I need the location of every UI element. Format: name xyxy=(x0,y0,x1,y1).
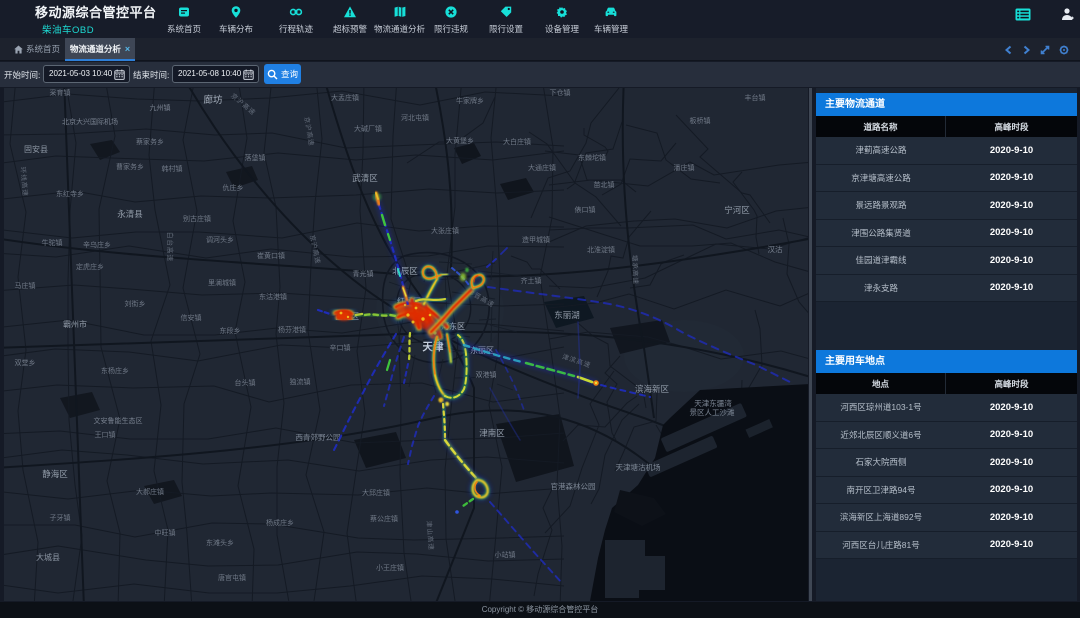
svg-text:官港森林公园: 官港森林公园 xyxy=(551,481,596,491)
svg-text:落垡镇: 落垡镇 xyxy=(245,153,266,162)
svg-text:牛驼镇: 牛驼镇 xyxy=(42,238,63,247)
svg-text:刘街乡: 刘街乡 xyxy=(125,299,146,308)
svg-text:九州镇: 九州镇 xyxy=(150,103,171,112)
svg-text:崔黄口镇: 崔黄口镇 xyxy=(257,251,285,260)
svg-text:采育镇: 采育镇 xyxy=(50,88,71,97)
svg-text:辛乌庄乡: 辛乌庄乡 xyxy=(83,240,111,249)
svg-text:白台高速: 白台高速 xyxy=(166,232,175,262)
svg-text:大孟庄镇: 大孟庄镇 xyxy=(331,93,359,102)
svg-text:信安镇: 信安镇 xyxy=(181,313,202,322)
svg-text:霸州市: 霸州市 xyxy=(63,319,87,329)
svg-text:台头镇: 台头镇 xyxy=(235,378,256,387)
svg-text:大白庄镇: 大白庄镇 xyxy=(503,137,531,146)
svg-text:下仓镇: 下仓镇 xyxy=(550,88,571,97)
svg-text:固安县: 固安县 xyxy=(24,144,48,154)
svg-text:滨海新区: 滨海新区 xyxy=(635,384,670,394)
svg-text:蔡家务乡: 蔡家务乡 xyxy=(136,137,164,146)
svg-text:子牙镇: 子牙镇 xyxy=(50,513,71,522)
svg-text:静海区: 静海区 xyxy=(42,469,68,479)
svg-text:丰台镇: 丰台镇 xyxy=(745,93,766,102)
svg-text:汉沽: 汉沽 xyxy=(768,244,783,254)
svg-text:马庄镇: 马庄镇 xyxy=(15,281,36,290)
svg-text:大邱庄镇: 大邱庄镇 xyxy=(362,488,390,497)
svg-text:苗北镇: 苗北镇 xyxy=(594,180,615,189)
svg-text:北京大兴国际机场: 北京大兴国际机场 xyxy=(62,117,118,126)
svg-text:东丽湖: 东丽湖 xyxy=(554,310,580,320)
svg-text:东沽港镇: 东沽港镇 xyxy=(259,292,287,301)
svg-text:蔡公庄镇: 蔡公庄镇 xyxy=(370,514,398,523)
svg-text:仇庄乡: 仇庄乡 xyxy=(223,183,244,192)
svg-text:双堂乡: 双堂乡 xyxy=(15,358,36,367)
svg-text:造甲城镇: 造甲城镇 xyxy=(522,235,550,244)
svg-text:小站镇: 小站镇 xyxy=(495,550,516,559)
svg-text:唐官屯镇: 唐官屯镇 xyxy=(218,573,246,582)
svg-text:东段乡: 东段乡 xyxy=(220,326,241,335)
svg-text:东杨庄乡: 东杨庄乡 xyxy=(101,366,129,375)
svg-text:俵口镇: 俵口镇 xyxy=(575,205,596,214)
svg-text:宁河区: 宁河区 xyxy=(724,205,750,215)
svg-text:大张庄镇: 大张庄镇 xyxy=(431,226,459,235)
svg-text:东红寺乡: 东红寺乡 xyxy=(56,189,84,198)
svg-text:中旺镇: 中旺镇 xyxy=(155,528,176,537)
svg-text:北淮淀镇: 北淮淀镇 xyxy=(587,245,615,254)
svg-text:里澜城镇: 里澜城镇 xyxy=(208,278,236,287)
svg-text:潘庄镇: 潘庄镇 xyxy=(674,163,695,172)
svg-text:齐土镇: 齐土镇 xyxy=(521,276,542,285)
svg-text:大郝庄镇: 大郝庄镇 xyxy=(136,487,164,496)
svg-text:大通庄镇: 大通庄镇 xyxy=(528,163,556,172)
svg-text:大城县: 大城县 xyxy=(36,552,60,562)
svg-text:西青郊野公园: 西青郊野公园 xyxy=(296,432,341,442)
svg-text:杨芬港镇: 杨芬港镇 xyxy=(278,325,306,334)
svg-text:天津东疆湾: 天津东疆湾 xyxy=(694,398,732,408)
svg-text:板桥镇: 板桥镇 xyxy=(690,116,711,125)
svg-text:牛家牌乡: 牛家牌乡 xyxy=(456,96,484,105)
svg-text:双港镇: 双港镇 xyxy=(476,370,497,379)
svg-text:王口镇: 王口镇 xyxy=(95,430,116,439)
svg-text:大碱厂镇: 大碱厂镇 xyxy=(354,124,382,133)
svg-text:东棘坨镇: 东棘坨镇 xyxy=(578,153,606,162)
svg-text:廊坊: 廊坊 xyxy=(203,94,223,106)
svg-text:辛口镇: 辛口镇 xyxy=(330,343,351,352)
svg-text:永清县: 永清县 xyxy=(117,209,143,219)
svg-text:津南区: 津南区 xyxy=(479,428,505,438)
svg-text:定虎庄乡: 定虎庄乡 xyxy=(76,262,104,271)
svg-text:杨成庄乡: 杨成庄乡 xyxy=(266,518,294,527)
svg-text:大黄堡乡: 大黄堡乡 xyxy=(446,136,474,145)
svg-text:调河头乡: 调河头乡 xyxy=(206,235,234,244)
svg-text:小王庄镇: 小王庄镇 xyxy=(376,563,404,572)
svg-text:天津塘沽机场: 天津塘沽机场 xyxy=(616,462,661,472)
svg-text:独流镇: 独流镇 xyxy=(290,377,311,386)
svg-text:韩村镇: 韩村镇 xyxy=(162,164,183,173)
svg-text:别古庄镇: 别古庄镇 xyxy=(183,214,211,223)
svg-text:曹家务乡: 曹家务乡 xyxy=(116,162,144,171)
svg-text:东滩头乡: 东滩头乡 xyxy=(206,538,234,547)
svg-text:景区人工沙滩: 景区人工沙滩 xyxy=(690,407,735,417)
svg-text:河北屯镇: 河北屯镇 xyxy=(401,113,429,122)
svg-text:文安鲁能生态区: 文安鲁能生态区 xyxy=(94,416,143,425)
svg-text:武清区: 武清区 xyxy=(352,173,378,183)
svg-text:青光镇: 青光镇 xyxy=(353,269,374,278)
